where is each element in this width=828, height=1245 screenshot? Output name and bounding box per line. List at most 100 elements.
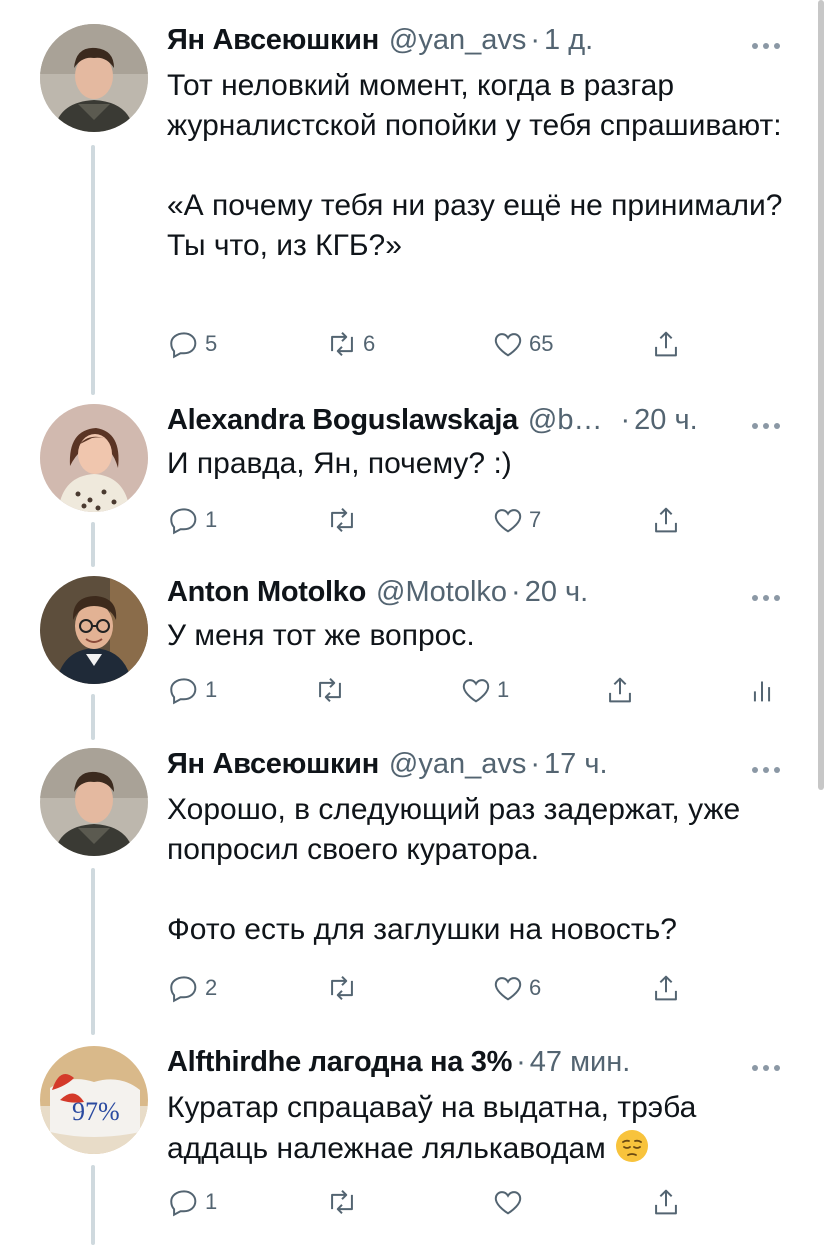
tweet[interactable]: Ян Авсеюшкин @yan_avs · 17 ч. Хорошо, в … [0, 738, 828, 1034]
author-name[interactable]: Ян Авсеюшкин [167, 748, 379, 781]
reply-button[interactable]: 1 [167, 668, 217, 712]
reply-count: 2 [205, 975, 218, 1000]
timestamp[interactable]: 20 ч. [525, 576, 588, 609]
analytics-button[interactable] [745, 668, 779, 712]
like-button[interactable]: 7 [491, 498, 541, 542]
separator-dot: · [620, 404, 631, 436]
tweet[interactable]: Alexandra Boguslawskaja @b… · 20 ч. И пр… [0, 394, 828, 564]
reply-icon [170, 508, 197, 535]
tweet-text: У меня тот же вопрос. [167, 619, 475, 652]
tweet-text: Куратар спрацаваў на выдатна, трэба адда… [167, 1088, 787, 1169]
reply-button[interactable]: 1 [167, 1180, 217, 1224]
tweet-header: Alexandra Boguslawskaja @b… · 20 ч. [167, 404, 698, 444]
share-button[interactable] [649, 498, 683, 542]
share-icon [655, 975, 677, 1001]
author-handle[interactable]: @yan_avs [389, 748, 526, 781]
share-icon [609, 677, 631, 703]
avatar[interactable] [40, 404, 148, 512]
retweet-button[interactable] [325, 966, 359, 1010]
retweet-icon [319, 677, 341, 703]
separator-dot: · [530, 24, 541, 56]
retweet-count: 6 [363, 331, 376, 356]
tweet-actions: 2 6 [167, 966, 727, 1010]
tweet-actions: 1 1 [167, 668, 787, 712]
avatar[interactable] [40, 748, 148, 856]
reply-count: 5 [205, 331, 218, 356]
author-handle[interactable]: @yan_avs [389, 24, 526, 57]
avatar[interactable]: 97% [40, 1046, 148, 1154]
tweet-actions: 5 6 65 [167, 322, 727, 366]
separator-dot: · [516, 1046, 526, 1078]
separator-dot: · [530, 748, 541, 780]
like-button[interactable]: 1 [459, 668, 509, 712]
like-button[interactable]: 6 [491, 966, 541, 1010]
reply-button[interactable]: 5 [167, 322, 217, 366]
like-icon [494, 977, 522, 1001]
more-icon[interactable] [752, 40, 788, 52]
like-count: 6 [529, 975, 542, 1000]
share-button[interactable] [603, 668, 637, 712]
timestamp[interactable]: 20 ч. [634, 404, 697, 437]
reply-count: 1 [205, 677, 218, 702]
timestamp[interactable]: 47 мин. [530, 1046, 631, 1079]
retweet-icon [331, 507, 353, 533]
more-icon[interactable] [752, 764, 788, 776]
tweet-header: Ян Авсеюшкин @yan_avs · 1 д. [167, 24, 593, 64]
share-button[interactable] [649, 966, 683, 1010]
author-handle[interactable]: @Motolko [376, 576, 507, 609]
like-icon [494, 333, 522, 357]
like-icon [462, 679, 490, 703]
retweet-button[interactable] [325, 498, 359, 542]
author-handle[interactable]: @b… [528, 404, 603, 437]
tweet-actions: 1 7 [167, 498, 727, 542]
author-name[interactable]: Anton Motolko [167, 576, 366, 609]
more-icon[interactable] [752, 592, 788, 604]
retweet-icon [331, 1189, 353, 1215]
reply-button[interactable]: 2 [167, 966, 217, 1010]
timestamp[interactable]: 1 д. [544, 24, 593, 57]
like-count: 7 [529, 507, 542, 532]
retweet-button[interactable] [325, 1180, 359, 1224]
more-icon[interactable] [752, 1062, 788, 1074]
tweet[interactable]: 97% Alfthirdhe лагодна на 3% · 47 мин. К… [0, 1036, 828, 1245]
avatar[interactable] [40, 24, 148, 132]
tweet[interactable]: Anton Motolko @Motolko · 20 ч. У меня то… [0, 566, 828, 736]
like-button[interactable] [491, 1180, 525, 1224]
reply-button[interactable]: 1 [167, 498, 217, 542]
tweet-text: И правда, Ян, почему? :) [167, 447, 512, 480]
share-button[interactable] [649, 322, 683, 366]
reply-count: 1 [205, 1189, 218, 1214]
like-count: 1 [497, 677, 510, 702]
author-name[interactable]: Alexandra Boguslawskaja [167, 404, 518, 437]
reply-icon [170, 332, 197, 359]
tweet-text: Тот неловкий момент, когда в разгар журн… [167, 69, 783, 262]
author-name[interactable]: Ян Авсеюшкин [167, 24, 379, 57]
like-button[interactable]: 65 [491, 322, 553, 366]
share-button[interactable] [649, 1180, 683, 1224]
like-icon [494, 1191, 522, 1215]
like-count: 65 [529, 331, 554, 356]
reply-icon [170, 976, 197, 1003]
share-icon [655, 331, 677, 357]
retweet-button[interactable]: 6 [325, 322, 375, 366]
reply-count: 1 [205, 507, 218, 532]
tweet-text: Хорошо, в следующий раз задержат, уже по… [167, 793, 741, 946]
timestamp[interactable]: 17 ч. [544, 748, 607, 781]
reply-icon [170, 678, 197, 705]
retweet-icon [331, 975, 353, 1001]
scrollbar[interactable] [818, 0, 824, 790]
avatar[interactable] [40, 576, 148, 684]
like-icon [494, 509, 522, 533]
tweet-header: Alfthirdhe лагодна на 3% · 47 мин. [167, 1046, 630, 1086]
retweet-button[interactable] [313, 668, 347, 712]
tweet-header: Anton Motolko @Motolko · 20 ч. [167, 576, 588, 616]
tweet-header: Ян Авсеюшкин @yan_avs · 17 ч. [167, 748, 608, 788]
author-name[interactable]: Alfthirdhe лагодна на 3% [167, 1046, 512, 1079]
analytics-icon [753, 681, 771, 702]
pensive-face-emoji [616, 1130, 649, 1162]
share-icon [655, 507, 677, 533]
retweet-icon [331, 331, 353, 357]
reply-icon [170, 1190, 197, 1217]
more-icon[interactable] [752, 420, 788, 432]
tweet[interactable]: Ян Авсеюшкин @yan_avs · 1 д. Тот неловки… [0, 14, 828, 394]
